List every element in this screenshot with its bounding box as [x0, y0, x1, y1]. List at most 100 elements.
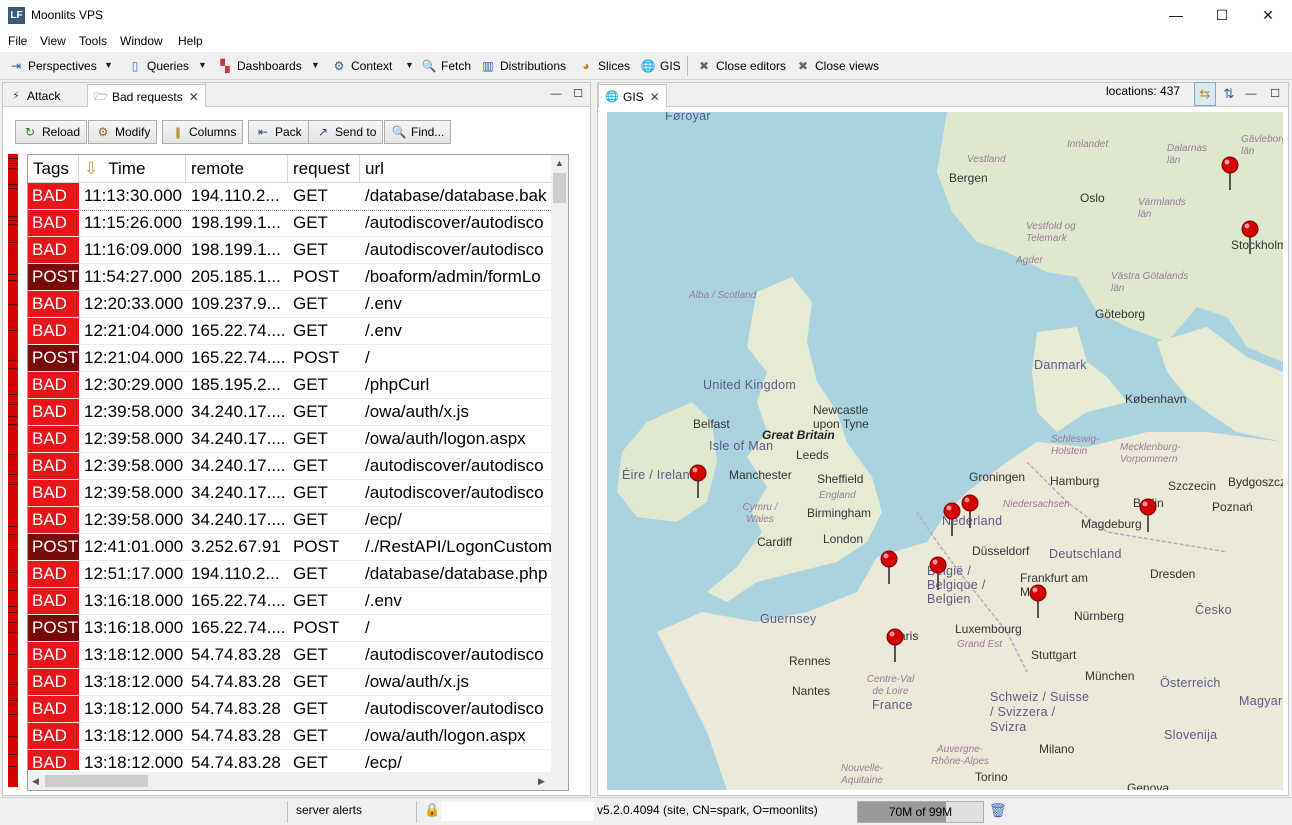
modify-button[interactable]: ⚙ Modify [88, 120, 158, 144]
location-pin-icon[interactable] [1139, 498, 1157, 534]
refresh-icon[interactable]: ⇅ [1220, 85, 1238, 103]
table-row[interactable]: BAD 12:51:17.000 194.110.2... GET/database/… [28, 561, 552, 588]
location-pin-icon[interactable] [1029, 584, 1047, 620]
cell-remote: 34.240.17.... [191, 456, 286, 475]
context-dropdown[interactable]: ▼ [405, 58, 415, 72]
close-window-button[interactable]: ✕ [1245, 0, 1291, 31]
close-tab-icon[interactable]: ✕ [189, 90, 199, 104]
table-row[interactable]: BAD 11:16:09.000 198.199.1... GET/autodisco… [28, 237, 552, 264]
bad-requests-table: Tags ⇩ Time remote request url BAD 11:13:3… [27, 154, 569, 791]
tag-overview-strip[interactable] [8, 154, 18, 787]
location-pin-icon[interactable] [961, 494, 979, 530]
strip-marker [8, 368, 18, 369]
table-row[interactable]: BAD 13:16:18.000 165.22.74.... GET /.env [28, 588, 552, 615]
dashboards-dropdown[interactable]: ▼ [311, 58, 321, 72]
vertical-scroll-thumb[interactable] [553, 173, 566, 203]
map-label-city: Bergen [949, 171, 988, 185]
cell-remote: 198.199.1... [191, 240, 281, 259]
server-alerts[interactable]: server alerts [296, 803, 362, 817]
table-row[interactable]: BAD 12:39:58.000 34.240.17.... GET/ecp/ [28, 507, 552, 534]
maximize-button[interactable]: ☐ [1199, 0, 1245, 31]
table-row[interactable]: BAD 12:21:04.000 165.22.74.... GET /.env [28, 318, 552, 345]
minimize-button[interactable]: — [1153, 0, 1199, 31]
memory-gauge[interactable]: 70M of 99M [857, 801, 984, 823]
table-row[interactable]: BAD 12:39:58.000 34.240.17.... GET/owa/auth… [28, 399, 552, 426]
tab-bad-requests[interactable]: 🗁 Bad requests ✕ [87, 84, 206, 108]
minimize-view-icon[interactable]: — [1244, 87, 1258, 101]
column-header-request[interactable]: request [288, 155, 360, 183]
scroll-left-icon[interactable]: ◀ [32, 776, 39, 787]
table-row[interactable]: BAD 12:39:58.000 34.240.17.... GET/autodisc… [28, 453, 552, 480]
table-row[interactable]: BAD 13:18:12.000 54.74.83.28 GET/owa/auth/l… [28, 723, 552, 750]
maximize-view-icon[interactable]: ☐ [571, 87, 585, 101]
tab-gis[interactable]: 🌐 GIS ✕ [598, 84, 667, 108]
horizontal-scrollbar[interactable]: ◀ ▶ [28, 772, 568, 790]
table-row[interactable]: POST 13:16:18.000 165.22.74.... POST / [28, 615, 552, 642]
reload-button[interactable]: ↻ Reload [15, 120, 88, 144]
send-to-button[interactable]: ↗ Send to [308, 120, 384, 144]
map-label-city: Magdeburg [1081, 517, 1142, 531]
table-row[interactable]: BAD 12:30:29.000 185.195.2... GET/phpCurl [28, 372, 552, 399]
find-button[interactable]: 🔍 Find... [384, 120, 452, 144]
queries-dropdown[interactable]: ▼ [198, 58, 208, 72]
scroll-up-icon[interactable]: ▲ [555, 158, 564, 168]
column-header-url[interactable]: url [360, 155, 552, 183]
tab-attack[interactable]: ⚡ Attack [3, 84, 66, 107]
gis-button[interactable]: 🌐 GIS [640, 57, 681, 75]
location-pin-icon[interactable] [880, 550, 898, 586]
trash-icon[interactable]: 🗑 [989, 802, 1007, 819]
table-row[interactable]: POST 11:54:27.000 205.185.1... POST/boaform… [28, 264, 552, 291]
column-header-time[interactable]: ⇩ Time [79, 155, 186, 183]
table-row[interactable]: BAD 13:18:12.000 54.74.83.28 GET/ecp/ [28, 750, 552, 770]
fetch-button[interactable]: 🔍 Fetch [421, 57, 472, 75]
table-row[interactable]: BAD 13:18:12.000 54.74.83.28 GET/owa/auth/x… [28, 669, 552, 696]
table-row[interactable]: BAD 11:13:30.000 194.110.2... GET/database/… [28, 183, 552, 211]
map-label-city: Torino [975, 770, 1008, 784]
location-pin-icon[interactable] [886, 628, 904, 664]
menu-window[interactable]: Window [120, 34, 163, 48]
table-row[interactable]: BAD 11:15:26.000 198.199.1... GET/autodisco… [28, 210, 552, 237]
table-row[interactable]: BAD 12:39:58.000 34.240.17.... GET/autodisc… [28, 480, 552, 507]
horizontal-scroll-thumb[interactable] [45, 775, 148, 787]
gis-map[interactable]: United Kingdom Éire / Ireland Danmark Ne… [607, 112, 1283, 790]
columns-button[interactable]: ||| Columns [162, 120, 244, 144]
location-pin-icon[interactable] [1241, 220, 1259, 256]
queries-button[interactable]: ▯ Queries [127, 57, 189, 75]
status-separator [416, 801, 417, 823]
lock-icon: 🔒 [424, 802, 441, 817]
table-row[interactable]: BAD 13:18:12.000 54.74.83.28 GET/autodiscov… [28, 696, 552, 723]
location-pin-icon[interactable] [1221, 156, 1239, 192]
table-row[interactable]: BAD 13:18:12.000 54.74.83.28 GET/autodiscov… [28, 642, 552, 669]
minimize-view-icon[interactable]: — [549, 87, 563, 101]
close-editors-button[interactable]: ✖ Close editors [696, 57, 786, 75]
perspectives-dropdown[interactable]: ▼ [104, 58, 114, 72]
cell-remote: 54.74.83.28 [191, 726, 281, 745]
table-row[interactable]: BAD 12:39:58.000 34.240.17.... GET/owa/auth… [28, 426, 552, 453]
table-row[interactable]: POST 12:41:01.000 3.252.67.91 POST /./RestAP… [28, 534, 552, 561]
scroll-right-icon[interactable]: ▶ [538, 776, 545, 787]
location-pin-icon[interactable] [689, 464, 707, 500]
menu-view[interactable]: View [40, 34, 66, 48]
table-row[interactable]: POST 12:21:04.000 165.22.74.... POST / [28, 345, 552, 372]
location-pin-icon[interactable] [943, 502, 961, 538]
menu-file[interactable]: File [8, 34, 27, 48]
location-pin-icon[interactable] [929, 556, 947, 592]
distributions-button[interactable]: ▥ Distributions [480, 57, 566, 75]
dashboards-button[interactable]: ▚ Dashboards [217, 57, 301, 75]
column-header-tags[interactable]: Tags [28, 155, 79, 183]
close-tab-icon[interactable]: ✕ [650, 90, 660, 104]
cell-tag: BAD [28, 426, 79, 452]
close-views-button[interactable]: ✖ Close views [795, 57, 879, 75]
context-button[interactable]: ⚙ Context [331, 57, 393, 75]
menu-help[interactable]: Help [178, 34, 203, 48]
slices-button[interactable]: ◕ Slices [578, 57, 630, 75]
table-row[interactable]: BAD 12:20:33.000 109.237.9... GET /.env [28, 291, 552, 318]
map-label-region: Innlandet [1067, 139, 1109, 150]
sync-icon[interactable]: ⇆ [1194, 82, 1216, 106]
column-header-remote[interactable]: remote [186, 155, 288, 183]
perspectives-button[interactable]: ⇥ Perspectives [8, 57, 97, 75]
maximize-view-icon[interactable]: ☐ [1268, 87, 1282, 101]
pack-button[interactable]: ⇤ Pack [248, 120, 309, 144]
vertical-scrollbar[interactable]: ▲ [551, 155, 568, 773]
menu-tools[interactable]: Tools [79, 34, 107, 48]
